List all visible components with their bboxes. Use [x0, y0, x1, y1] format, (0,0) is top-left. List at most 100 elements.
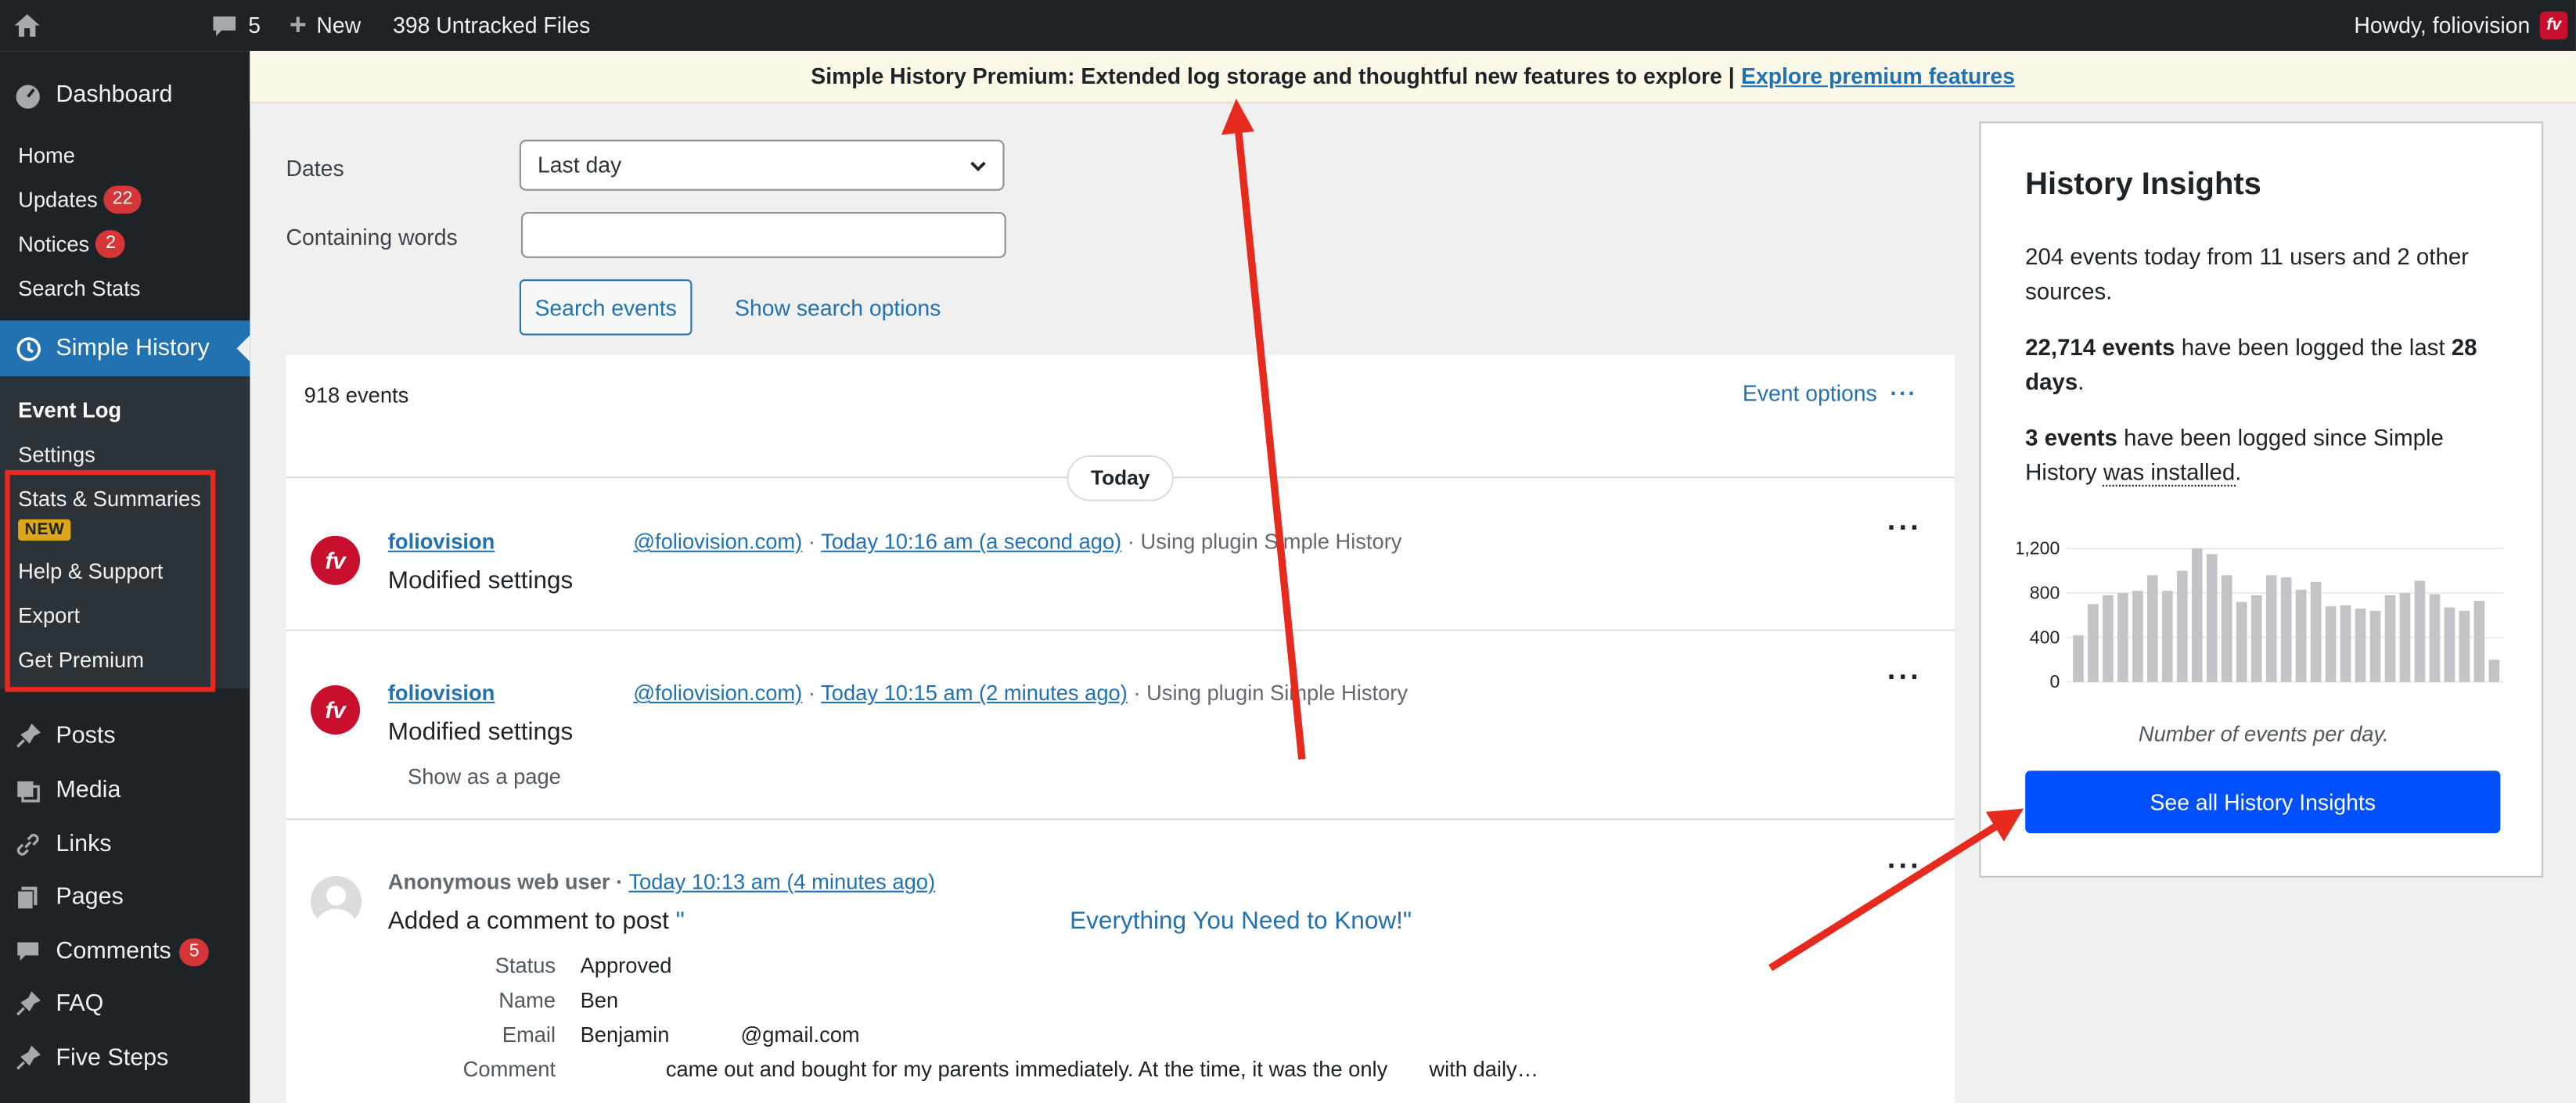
chart-bar[interactable]: [2266, 575, 2277, 682]
comments-menu[interactable]: 5: [210, 0, 261, 51]
menu-dashboard[interactable]: Dashboard: [0, 67, 250, 123]
chart-bar[interactable]: [2177, 571, 2188, 682]
menu-simple-history[interactable]: Simple History: [0, 321, 250, 376]
chart-bar[interactable]: [2296, 590, 2307, 682]
explore-premium-link[interactable]: Explore premium features: [1741, 64, 2015, 89]
entry-time-link[interactable]: Today 10:13 am (4 minutes ago): [628, 869, 935, 894]
entry-email-link[interactable]: @foliovision.com): [633, 681, 802, 706]
chart-bar[interactable]: [2073, 635, 2084, 682]
menu-five-steps[interactable]: Five Steps: [0, 1030, 250, 1086]
chart-bar[interactable]: [2281, 577, 2292, 682]
entry-meta: foliovision @foliovision.com) · Today 10…: [388, 681, 1408, 706]
highlight-box: [5, 470, 215, 692]
sub-search-stats[interactable]: Search Stats: [18, 271, 140, 304]
entry-actions-icon[interactable]: ···: [1887, 850, 1922, 884]
menu-pages[interactable]: Pages: [0, 869, 250, 925]
chart-bar[interactable]: [2340, 605, 2351, 682]
comments-badge: 5: [179, 938, 209, 966]
new-content-menu[interactable]: + New: [290, 0, 361, 51]
chart-bar[interactable]: [2474, 601, 2485, 682]
show-search-options-link[interactable]: Show search options: [735, 296, 941, 321]
show-as-page-link[interactable]: Show as a page: [408, 764, 561, 789]
notices-badge: 2: [96, 229, 126, 257]
chart-bar[interactable]: [2400, 593, 2411, 682]
chart-bar[interactable]: [2192, 548, 2203, 682]
entry-user-link[interactable]: foliovision: [388, 681, 495, 706]
entry-actions-icon[interactable]: ···: [1887, 511, 1922, 545]
sub-event-log-label: Event Log: [18, 397, 121, 422]
anonymous-avatar: [311, 876, 362, 927]
containing-words-input[interactable]: [521, 212, 1006, 258]
today-divider: Today: [1067, 455, 1174, 501]
detail-value: Ben: [581, 988, 619, 1013]
chart-y-tick-label: 1,200: [2017, 538, 2060, 559]
chart-bar[interactable]: [2162, 591, 2173, 682]
chart-bar[interactable]: [2132, 591, 2143, 682]
menu-posts-label: Posts: [56, 723, 115, 749]
post-title-link[interactable]: Everything You Need to Know!": [1070, 907, 1412, 936]
comments-count: 5: [248, 13, 261, 38]
insights-today-text: 204 events today from 11 users and 2 oth…: [2025, 240, 2518, 309]
pages-icon: [0, 884, 56, 911]
chart-bar[interactable]: [2370, 611, 2381, 682]
sub-home-label: Home: [18, 142, 75, 167]
entry-meta: Anonymous web user · Today 10:13 am (4 m…: [388, 869, 935, 894]
chart-bar[interactable]: [2489, 659, 2500, 681]
sub-updates[interactable]: Updates 22: [18, 182, 141, 215]
home-icon[interactable]: [13, 0, 41, 51]
menu-comments[interactable]: Comments 5: [0, 924, 250, 979]
entry-user-link[interactable]: foliovision: [388, 529, 495, 554]
see-all-insights-button[interactable]: See all History Insights: [2025, 771, 2500, 833]
sub-settings[interactable]: Settings: [18, 437, 95, 470]
untracked-label: 398 Untracked Files: [393, 13, 590, 38]
notice-text: Simple History Premium: Extended log sto…: [811, 64, 1734, 89]
insights-since-text: 3 events have been logged since Simple H…: [2025, 421, 2518, 490]
event-options-label: Event options: [1743, 381, 1877, 406]
event-options-button[interactable]: Event options ···: [1743, 381, 1917, 406]
search-events-button[interactable]: Search events: [520, 279, 693, 335]
menu-media[interactable]: Media: [0, 763, 250, 818]
log-entry: fv foliovision @foliovision.com) · Today…: [286, 508, 1955, 631]
chart-y-tick-label: 400: [2030, 627, 2060, 647]
entry-email-link[interactable]: @foliovision.com): [633, 529, 802, 554]
chart-bar[interactable]: [2251, 595, 2262, 682]
chart-bar[interactable]: [2445, 608, 2455, 682]
menu-links[interactable]: Links: [0, 817, 250, 872]
untracked-files[interactable]: 398 Untracked Files: [393, 0, 590, 51]
menu-faq[interactable]: FAQ: [0, 976, 250, 1032]
chart-bar[interactable]: [2385, 595, 2396, 682]
chart-bar[interactable]: [2326, 606, 2337, 682]
chart-bar[interactable]: [2103, 595, 2114, 682]
insights-installed-tooltip[interactable]: was installed: [2103, 458, 2235, 487]
chart-bar[interactable]: [2117, 593, 2128, 682]
chart-bar[interactable]: [2088, 604, 2099, 682]
account-menu[interactable]: Howdy, foliovision fv: [2354, 0, 2567, 51]
menu-media-label: Media: [56, 778, 121, 804]
detail-value: came out and bought for my parents immed…: [666, 1057, 1538, 1082]
entry-via: · Using plugin Simple History: [1128, 529, 1402, 554]
menu-posts[interactable]: Posts: [0, 708, 250, 763]
chart-bar[interactable]: [2147, 575, 2158, 682]
dates-select[interactable]: Last day: [520, 140, 1005, 191]
chart-bar[interactable]: [2222, 575, 2232, 682]
chart-bar[interactable]: [2236, 602, 2247, 681]
chart-bar[interactable]: [2430, 594, 2441, 681]
sub-event-log[interactable]: Event Log: [18, 393, 121, 426]
chart-bar[interactable]: [2459, 611, 2470, 682]
dashboard-icon: [0, 81, 56, 110]
detail-value: Approved: [581, 953, 672, 978]
insights-logged-text: 22,714 events have been logged the last …: [2025, 330, 2518, 399]
chart-bar[interactable]: [2207, 554, 2218, 682]
post-title-start[interactable]: ": [676, 907, 685, 936]
menu-five-steps-label: Five Steps: [56, 1045, 168, 1072]
entry-time-link[interactable]: Today 10:16 am (a second ago): [821, 529, 1121, 554]
sub-notices[interactable]: Notices 2: [18, 227, 125, 260]
chart-bar[interactable]: [2355, 609, 2366, 682]
entry-time-link[interactable]: Today 10:15 am (2 minutes ago): [821, 681, 1128, 706]
chart-bar[interactable]: [2415, 580, 2426, 681]
sub-home[interactable]: Home: [18, 138, 75, 171]
entry-actions-icon[interactable]: ···: [1887, 661, 1922, 695]
chart-bar[interactable]: [2311, 582, 2322, 682]
pin-icon: [0, 991, 56, 1018]
sub-search-stats-label: Search Stats: [18, 275, 140, 300]
